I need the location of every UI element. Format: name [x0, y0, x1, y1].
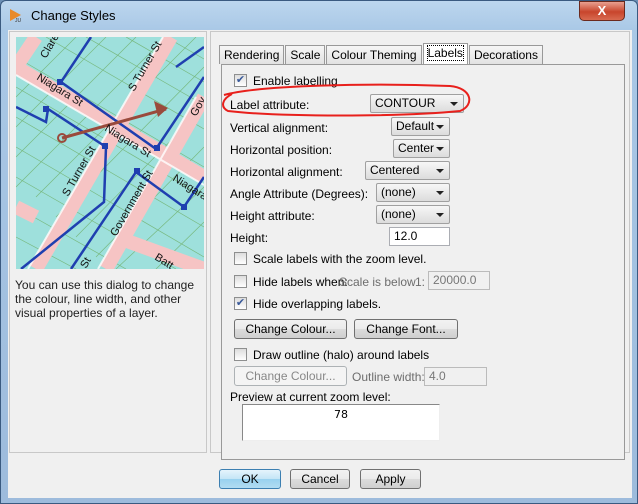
select-value: Default: [396, 119, 435, 133]
height-attribute-label: Height attribute:: [230, 209, 315, 223]
preview-panel: Claren S Turner St Niagara St S Turner S…: [9, 31, 207, 453]
chevron-down-icon: [436, 213, 444, 217]
chevron-down-icon: [436, 147, 444, 151]
height-label: Height:: [230, 231, 269, 245]
vertical-alignment-select[interactable]: Default: [391, 117, 450, 136]
select-value: (none): [381, 207, 416, 221]
chevron-down-icon: [436, 191, 444, 195]
label-preview-box: 78: [242, 404, 440, 441]
cancel-button[interactable]: Cancel: [290, 469, 350, 489]
select-value: Centered: [370, 163, 420, 177]
dialog-body: Claren S Turner St Niagara St S Turner S…: [8, 30, 632, 498]
horizontal-position-label: Horizontal position:: [230, 143, 333, 157]
angle-attribute-label: Angle Attribute (Degrees):: [230, 187, 369, 201]
close-button[interactable]: X: [579, 1, 625, 21]
draw-outline-label: Draw outline (halo) around labels: [253, 348, 430, 362]
tab-label: Rendering: [224, 48, 280, 62]
app-icon: JU: [10, 9, 22, 23]
change-colour-button[interactable]: Change Colour...: [234, 319, 347, 339]
labels-tab-content: ✔ Enable labelling Label attribute: CONT…: [221, 64, 625, 460]
outline-width-label: Outline width:: [352, 370, 425, 384]
outline-change-colour-button[interactable]: Change Colour...: [234, 366, 347, 386]
tab-label: Decorations: [473, 48, 538, 62]
outline-width-input[interactable]: 4.0: [424, 367, 487, 386]
svg-text:JU: JU: [15, 18, 22, 23]
hide-labels-label: Hide labels when:: [253, 275, 348, 289]
change-styles-dialog: JU Change Styles X Claren S Turner St Ni…: [0, 0, 638, 504]
ok-button[interactable]: OK: [219, 469, 281, 489]
apply-button[interactable]: Apply: [360, 469, 421, 489]
tab-scale[interactable]: Scale: [285, 45, 326, 64]
change-font-button[interactable]: Change Font...: [354, 319, 458, 339]
chevron-down-icon: [436, 125, 444, 129]
scale-labels-label: Scale labels with the zoom level.: [253, 252, 427, 266]
horizontal-alignment-select[interactable]: Centered: [365, 161, 450, 180]
tab-rendering[interactable]: Rendering: [219, 45, 285, 64]
height-attribute-select[interactable]: (none): [376, 205, 450, 224]
tab-decorations[interactable]: Decorations: [468, 45, 543, 64]
dialog-description: You can use this dialog to change the co…: [15, 278, 195, 320]
hide-labels-condition: Scale is below: [339, 275, 416, 289]
layer-preview-map: Claren S Turner St Niagara St S Turner S…: [16, 37, 204, 269]
hide-labels-checkbox[interactable]: [234, 275, 247, 288]
scale-ratio-prefix: 1:: [415, 275, 426, 289]
tab-label: Scale: [290, 48, 321, 62]
red-annotation-ellipse: [222, 83, 471, 117]
window-title: Change Styles: [31, 8, 116, 23]
tab-bar: Rendering Scale Colour Theming Labels De…: [219, 43, 544, 64]
horizontal-alignment-label: Horizontal alignment:: [230, 165, 343, 179]
tab-label: Colour Theming: [331, 48, 417, 62]
hide-scale-input[interactable]: 20000.0: [428, 271, 490, 290]
preview-label: Preview at current zoom level:: [230, 390, 391, 404]
hide-overlapping-label: Hide overlapping labels.: [253, 297, 382, 311]
height-input[interactable]: 12.0: [389, 227, 450, 246]
angle-attribute-select[interactable]: (none): [376, 183, 450, 202]
settings-panel: Rendering Scale Colour Theming Labels De…: [210, 31, 630, 460]
scale-labels-checkbox[interactable]: [234, 252, 247, 265]
tab-labels[interactable]: Labels: [422, 43, 468, 64]
tab-colour-theming[interactable]: Colour Theming: [326, 45, 422, 64]
select-value: (none): [381, 185, 416, 199]
horizontal-position-select[interactable]: Center: [393, 139, 450, 158]
select-value: Center: [398, 141, 435, 155]
chevron-down-icon: [436, 169, 444, 173]
draw-outline-checkbox[interactable]: [234, 348, 247, 361]
tab-label: Labels: [426, 45, 464, 61]
vertical-alignment-label: Vertical alignment:: [230, 121, 329, 135]
hide-overlapping-checkbox[interactable]: ✔: [234, 297, 247, 310]
